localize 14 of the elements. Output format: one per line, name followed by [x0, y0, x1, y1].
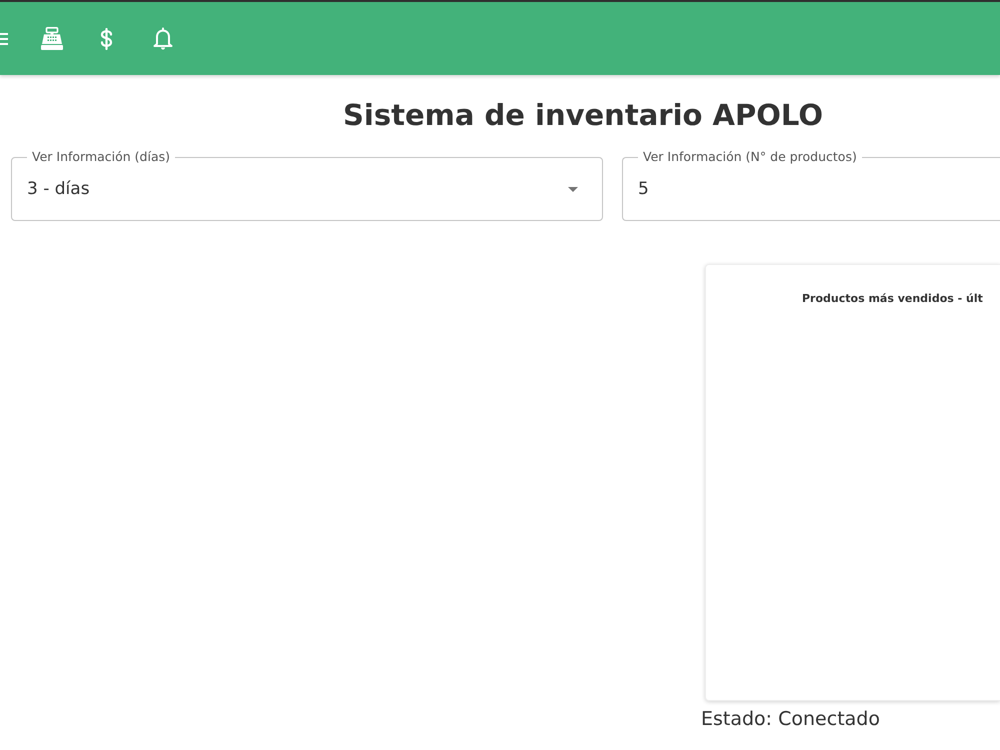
chart-title: Productos más vendidos - últ — [802, 292, 983, 306]
dropdown-field[interactable]: Ver Información (días) 3 - días — [11, 149, 603, 221]
field-label: Ver Información (N° de productos) — [642, 149, 858, 165]
field-value: 5 — [638, 178, 649, 200]
cash-register-icon[interactable] — [40, 27, 64, 50]
bell-icon[interactable] — [153, 27, 173, 50]
caret-down-icon — [568, 186, 578, 192]
field-label: Ver Información (días) — [31, 149, 172, 165]
connection-status: Estado: Conectado — [701, 707, 880, 731]
menu-icon[interactable] — [0, 32, 8, 44]
selected-value: 3 - días — [27, 178, 90, 200]
page-title: Sistema de inventario APOLO — [343, 97, 823, 134]
number-field[interactable]: Ver Información (N° de productos) 5 — [622, 149, 1000, 221]
dollar-icon[interactable] — [100, 28, 113, 50]
